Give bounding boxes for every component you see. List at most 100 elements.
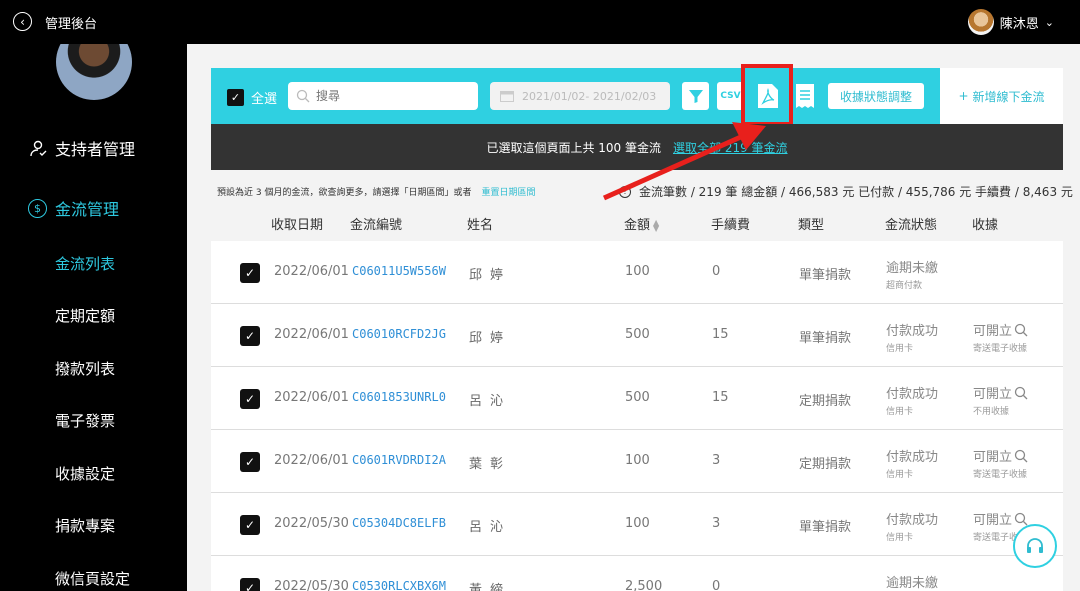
cell-id-link[interactable]: C05304DC8ELFB	[352, 516, 446, 530]
row-checkbox[interactable]: ✓	[240, 578, 260, 591]
cell-status: 逾期未繳	[886, 572, 938, 591]
check-icon: ✓	[244, 392, 256, 406]
receipt-main: 可開立	[973, 450, 1013, 465]
user-menu[interactable]: 陳沐恩 ⌄	[967, 9, 1054, 35]
row-checkbox[interactable]: ✓	[240, 452, 260, 472]
dollar-circle-icon: $	[28, 198, 47, 218]
date-range-picker[interactable]: 2021/01/02- 2021/02/03	[490, 82, 670, 110]
sidebar-sub-payouts[interactable]: 撥款列表	[55, 358, 115, 379]
header-status: 金流狀態	[885, 218, 938, 233]
cell-id-link[interactable]: C06011U5W556W	[352, 264, 446, 278]
sidebar-item-label: 金流管理	[55, 200, 120, 219]
cell-name: 呂沁	[469, 394, 512, 409]
cell-type: 定期捐款	[799, 457, 852, 472]
search-icon	[1014, 512, 1028, 525]
header-receipt: 收據	[972, 218, 999, 233]
select-all-link[interactable]: 選取全部 219 筆金流	[673, 139, 788, 156]
cell-amount: 500	[625, 390, 650, 405]
selection-banner: 已選取這個頁面上共 100 筆金流 選取全部 219 筆金流	[211, 124, 1063, 170]
cell-receipt: 可開立 寄送電子收據	[973, 320, 1028, 354]
add-offline-cashflow-button[interactable]: + 新增線下金流	[940, 68, 1063, 124]
search-icon	[296, 89, 310, 103]
filter-button[interactable]	[682, 82, 709, 110]
cell-amount: 100	[625, 516, 650, 531]
receipt-link[interactable]: 可開立	[973, 509, 1028, 528]
header-id: 金流編號	[350, 218, 403, 233]
row-checkbox[interactable]: ✓	[240, 515, 260, 535]
cell-status: 逾期未繳 超商付款	[886, 257, 938, 291]
cell-id-link[interactable]: C0530RLCXBX6M	[352, 579, 446, 591]
cell-receipt: 可開立 寄送電子收據	[973, 446, 1028, 480]
calendar-icon	[500, 91, 514, 102]
cell-date: 2022/06/01	[274, 327, 349, 342]
receipt-link[interactable]: 可開立	[973, 320, 1028, 339]
table-row: ✓ 2022/06/01 C0601853UNRL0 呂沁 500 15 定期捐款 付款成功信…	[211, 367, 1063, 430]
check-icon: ✓	[244, 266, 256, 280]
sidebar-item-cashflow[interactable]: $ 金流管理	[28, 196, 119, 220]
cell-name: 葉彰	[469, 457, 512, 472]
search-box[interactable]	[288, 82, 478, 110]
status-main: 付款成功	[886, 513, 939, 528]
header-amount-label: 金額	[624, 218, 651, 233]
export-csv-button[interactable]: CSV	[717, 82, 744, 110]
cell-amount: 100	[625, 453, 650, 468]
cell-fee: 15	[712, 327, 729, 342]
user-name: 陳沐恩	[999, 16, 1039, 32]
check-icon: ✓	[244, 518, 256, 532]
cell-id-link[interactable]: C0601853UNRL0	[352, 390, 446, 404]
receipt-icon	[795, 84, 814, 108]
cell-id-link[interactable]: C0601RVDRDI2A	[352, 453, 446, 467]
status-sub: 信用卡	[886, 407, 914, 417]
status-sub: 信用卡	[886, 533, 914, 543]
cell-name: 呂沁	[469, 520, 512, 535]
sidebar-item-supporters[interactable]: 支持者管理	[28, 136, 135, 160]
table-row: ✓ 2022/05/30 C0530RLCXBX6M 黃締 2,500 0 逾期未繳	[211, 556, 1063, 591]
cell-date: 2022/05/30	[274, 579, 349, 591]
support-chat-button[interactable]	[1013, 524, 1057, 568]
header-amount[interactable]: 金額 ▲ ▼	[624, 214, 659, 233]
check-icon: ✓	[227, 89, 244, 106]
date-range-text: 2021/01/02- 2021/02/03	[522, 89, 657, 103]
plus-icon: +	[958, 89, 969, 103]
add-offline-label: 新增線下金流	[972, 89, 1045, 104]
receipt-sub: 寄送電子收據	[973, 344, 1028, 354]
header-type: 類型	[798, 218, 825, 233]
back-arrow-icon[interactable]: ‹	[13, 12, 32, 31]
check-icon: ✓	[244, 581, 256, 591]
row-checkbox[interactable]: ✓	[240, 326, 260, 346]
cell-type: 單筆捐款	[799, 268, 852, 283]
reset-date-link[interactable]: 重置日期區間	[481, 185, 535, 198]
row-checkbox[interactable]: ✓	[240, 389, 260, 409]
table-body: ✓ 2022/06/01 C06011U5W556W 邱婷 100 0 單筆捐款 逾期未繳 超商…	[211, 241, 1063, 591]
cell-status: 付款成功 信用卡	[886, 446, 938, 480]
csv-icon: CSV	[720, 91, 741, 101]
sidebar-item-label: 支持者管理	[55, 140, 136, 159]
select-all-checkbox[interactable]: ✓ 全選	[227, 88, 277, 107]
cell-id-link[interactable]: C06010RCFD2JG	[352, 327, 446, 341]
table-row: ✓ 2022/06/01 C06010RCFD2JG 邱婷 500 15 單筆捐款 付款成功信…	[211, 304, 1063, 367]
receipt-link[interactable]: 可開立	[973, 383, 1028, 402]
check-icon: ✓	[244, 455, 256, 469]
receipt-link[interactable]: 可開立	[973, 446, 1028, 465]
summary-bar: ! 金流筆數 / 219 筆 總金額 / 466,583 元 已付款 / 455…	[619, 183, 1073, 200]
cell-name: 邱婷	[469, 331, 512, 346]
search-icon	[1014, 449, 1028, 462]
cell-fee: 15	[712, 390, 729, 405]
sidebar: 支持者管理 $ 金流管理 金流列表 定期定額 撥款列表 電子發票 收據設定 捐款…	[0, 44, 187, 591]
receipt-main: 可開立	[973, 387, 1013, 402]
sidebar-sub-cashflow-list[interactable]: 金流列表	[55, 253, 115, 274]
header-name: 姓名	[467, 218, 494, 233]
sidebar-sub-recurring[interactable]: 定期定額	[55, 305, 115, 326]
sidebar-sub-receipt-settings[interactable]: 收據設定	[55, 463, 115, 484]
receipt-button[interactable]	[791, 82, 818, 110]
check-icon: ✓	[244, 329, 256, 343]
cell-fee: 3	[712, 516, 721, 531]
sidebar-sub-wechat[interactable]: 微信頁設定	[55, 568, 130, 589]
row-checkbox[interactable]: ✓	[240, 263, 260, 283]
top-bar: ‹ 管理後台 陳沐恩 ⌄	[0, 0, 1080, 44]
chevron-down-icon: ⌄	[1044, 15, 1054, 29]
sidebar-sub-einvoice[interactable]: 電子發票	[55, 410, 115, 431]
receipt-status-button[interactable]: 收據狀態調整	[828, 83, 924, 109]
sidebar-sub-projects[interactable]: 捐款專案	[55, 515, 115, 536]
search-input[interactable]	[316, 89, 466, 103]
